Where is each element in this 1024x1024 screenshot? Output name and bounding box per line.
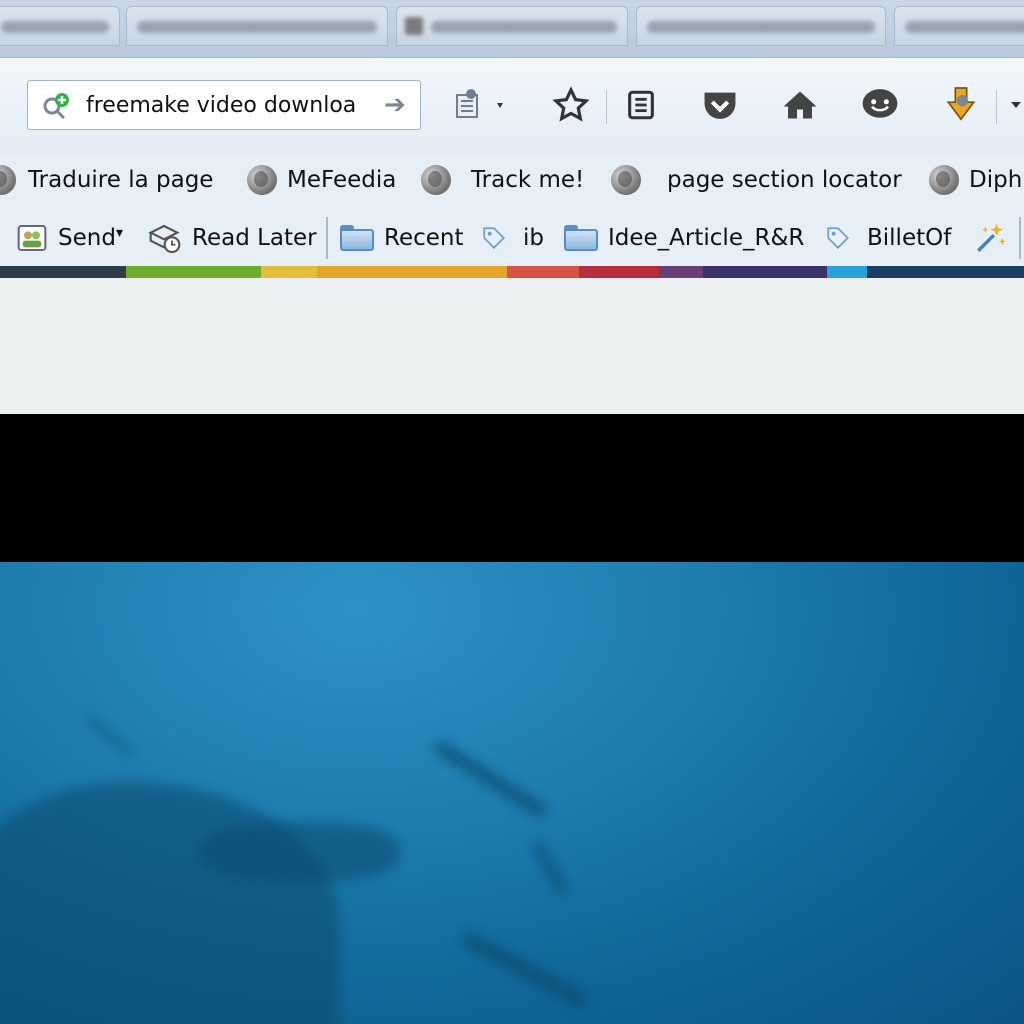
- reading-list-button[interactable]: [618, 80, 664, 130]
- read-later-icon: [148, 224, 181, 254]
- stripe-segment: [867, 266, 1024, 278]
- toolbar-separator: [606, 90, 607, 124]
- stripe-segment: [827, 266, 867, 278]
- tab[interactable]: [126, 6, 388, 46]
- stripe-segment: [659, 266, 703, 278]
- sparkle-tool-button[interactable]: [974, 218, 1008, 258]
- stripe-segment: [703, 266, 827, 278]
- bookmark-label: Idee_Article_R&R: [608, 225, 805, 251]
- bookmark-folder-recent[interactable]: Recent: [340, 218, 464, 258]
- tag-icon: [827, 227, 849, 249]
- tab[interactable]: [0, 6, 120, 46]
- folder-icon: [340, 225, 374, 251]
- chat-button[interactable]: [857, 80, 903, 130]
- home-button[interactable]: [777, 80, 823, 130]
- overflow-menu-button[interactable]: [1006, 80, 1024, 130]
- send-contacts-icon: [17, 225, 47, 251]
- stripe-segment: [317, 266, 507, 278]
- chevron-down-icon: [1011, 102, 1021, 108]
- tab[interactable]: [894, 6, 1024, 46]
- page-header-area: [0, 278, 1024, 414]
- toolbar-separator: [996, 90, 997, 124]
- toolbar-separator: [1019, 217, 1021, 259]
- tag-icon: [483, 227, 505, 249]
- stripe-segment: [507, 266, 579, 278]
- bookmark-label: Traduire la page: [28, 167, 214, 193]
- url-bar[interactable]: freemake video downloa ➔: [27, 80, 421, 130]
- video-letterbox-band: [0, 414, 1024, 562]
- diver-silhouette: [459, 930, 591, 1010]
- bookmarks-toolbar: Traduire la page MeFeedia Track me! page…: [0, 154, 1024, 208]
- globe-icon: [611, 165, 641, 195]
- home-icon: [783, 91, 817, 119]
- globe-icon: [421, 165, 451, 195]
- navigation-toolbar: freemake video downloa ➔: [0, 57, 1024, 154]
- video-frame-underwater[interactable]: [0, 562, 1024, 1024]
- pocket-button[interactable]: [697, 80, 743, 130]
- bookmark-label: Send: [58, 225, 116, 251]
- globe-icon: [0, 165, 16, 195]
- bookmark-label: BilletOf: [867, 225, 952, 251]
- bookmark-label: page section locator: [667, 167, 902, 193]
- reader-view-button[interactable]: [448, 80, 514, 130]
- globe-icon: [929, 165, 959, 195]
- stripe-segment: [126, 266, 261, 278]
- bookmark-mefeedia[interactable]: MeFeedia: [247, 160, 396, 200]
- dropdown-arrow[interactable]: ▾: [116, 225, 123, 241]
- diver-silhouette: [529, 839, 571, 897]
- pocket-icon: [704, 92, 736, 119]
- stripe-segment: [261, 266, 317, 278]
- color-stripe: [0, 266, 1024, 278]
- reading-list-icon: [628, 90, 654, 120]
- bookmark-tag-billetof[interactable]: BilletOf: [825, 218, 951, 258]
- tab[interactable]: [636, 6, 886, 46]
- read-later-button[interactable]: Read Later: [146, 218, 317, 258]
- bookmark-page-section-locator[interactable]: page section locator: [611, 160, 902, 200]
- bookmark-label: ib: [523, 225, 544, 251]
- custom-toolbar: Send▾ Read Later Recent ib Idee_Article_…: [0, 208, 1024, 266]
- stripe-segment: [579, 266, 659, 278]
- bookmark-label: Recent: [384, 225, 464, 251]
- url-input[interactable]: freemake video downloa: [86, 93, 356, 118]
- bookmark-label: Read Later: [192, 225, 317, 251]
- bookmark-folder-idee-article[interactable]: Idee_Article_R&R: [564, 218, 804, 258]
- tab-strip: [0, 0, 1024, 57]
- bookmark-traduire[interactable]: Traduire la page: [28, 160, 213, 200]
- globe-icon: [247, 165, 277, 195]
- search-plus-icon: [43, 93, 69, 119]
- go-arrow-icon[interactable]: ➔: [384, 91, 412, 119]
- bookmark-track-me[interactable]: Track me!: [421, 160, 584, 200]
- diver-silhouette: [431, 738, 549, 820]
- sparkle-tool-icon: [977, 223, 1006, 252]
- shipwreck-silhouette: [200, 822, 400, 882]
- favicon-icon: [405, 17, 423, 35]
- shipwreck-silhouette: [0, 782, 340, 1024]
- bookmark-tag-ib[interactable]: ib: [481, 218, 544, 258]
- stripe-segment: [0, 266, 126, 278]
- chat-icon: [862, 89, 898, 118]
- bookmark-item[interactable]: [0, 160, 26, 200]
- tab[interactable]: [396, 6, 628, 46]
- download-button[interactable]: [938, 80, 984, 130]
- send-button[interactable]: Send▾: [16, 218, 123, 258]
- download-icon: [946, 87, 976, 121]
- folder-icon: [564, 225, 598, 251]
- bookmark-label: MeFeedia: [287, 167, 397, 193]
- star-icon: [552, 86, 590, 122]
- bookmark-diph[interactable]: Diph: [929, 160, 1022, 200]
- bookmark-star-button[interactable]: [548, 80, 594, 130]
- reader-view-icon: [456, 89, 503, 118]
- bookmark-label: Track me!: [471, 167, 585, 193]
- debris-silhouette: [84, 713, 136, 759]
- bookmark-label: Diph: [969, 167, 1023, 193]
- toolbar-separator: [326, 217, 328, 259]
